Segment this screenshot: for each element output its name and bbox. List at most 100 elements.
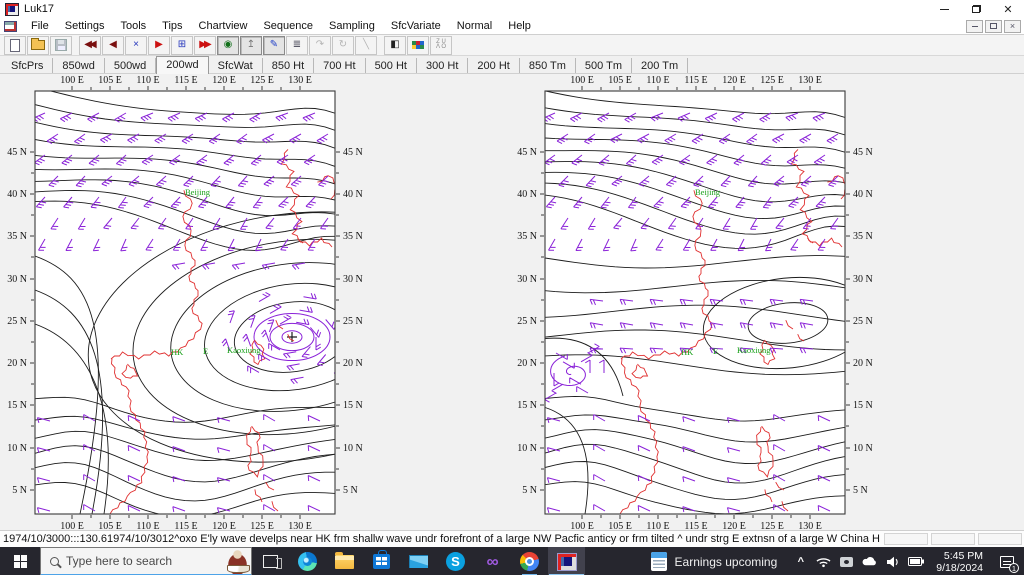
save-icon [55,39,67,51]
tab-850-tm[interactable]: 850 Tm [520,58,576,73]
lat-label: 45 N [853,147,873,158]
step-back-icon: ◀ [109,39,117,50]
restore-icon [971,5,981,13]
new-file-button[interactable] [4,35,26,55]
close-button[interactable]: ✕ [992,1,1024,18]
pixel-palette-button[interactable] [407,35,429,55]
spiral-tool-icon: ↻ [338,39,348,50]
lon-label: 120 E [722,521,746,530]
station-beijing: Beijing [185,187,211,197]
skype-icon: S [446,552,465,571]
tab-200wd[interactable]: 200wd [156,56,209,74]
minimize-button[interactable] [928,1,960,18]
search-box[interactable]: Type here to search [40,547,252,575]
save-file-button[interactable] [50,35,72,55]
curve-arrow-button[interactable]: ↷ [309,35,331,55]
menu-chartview[interactable]: Chartview [191,19,256,33]
menu-normal[interactable]: Normal [449,19,500,33]
frame-select-button[interactable]: ⊞ [171,35,193,55]
open-file-button[interactable] [27,35,49,55]
menu-sequence[interactable]: Sequence [255,19,321,33]
taskbar-edge-button[interactable] [289,547,326,575]
taskbar-luk17-button[interactable] [548,547,585,575]
lon-label: 115 E [684,75,707,86]
mdi-restore-button[interactable] [985,19,1002,33]
node-line-button[interactable]: ╲ [355,35,377,55]
taskbar-task-view-button[interactable] [252,547,289,575]
restore-button[interactable] [960,1,992,18]
tab-300-ht[interactable]: 300 Ht [417,58,469,73]
lat-label: 25 N [853,316,873,327]
notification-center-button[interactable]: 1 [990,547,1024,575]
lat-label: 15 N [343,400,363,411]
zu-sort-button[interactable]: Z U Λ O [430,35,452,55]
taskbar-clock[interactable]: 5:45 PM 9/18/2024 [929,547,990,575]
mdi-minimize-button[interactable] [966,19,983,33]
meet-now-icon[interactable] [837,547,856,575]
station-staff-button[interactable]: ↥ [240,35,262,55]
taskbar-store-button[interactable] [363,547,400,575]
panel-layout-button[interactable]: ◧ [384,35,406,55]
lat-label: 40 N [853,189,873,200]
speaker-icon[interactable] [883,547,902,575]
station-e: E [713,346,718,356]
taskbar-file-explorer-button[interactable] [326,547,363,575]
map-panel-left[interactable]: Beijing HK E Kaoxiung 100 E 100 E 105 E 105 E 11… [7,75,512,530]
mdi-close-button[interactable]: × [1004,19,1021,33]
tab-sfcprs[interactable]: SfcPrs [2,58,54,73]
task-view-icon [263,555,282,569]
lat-label: 10 N [853,443,873,454]
app-icon [5,2,19,16]
play-forward-button[interactable]: ▶ [148,35,170,55]
menu-items: File Settings Tools Tips Chartview Sequence Sa… [23,19,539,33]
menu-file[interactable]: File [23,19,57,33]
spiral-tool-button[interactable]: ↻ [332,35,354,55]
menu-sfcvariate[interactable]: SfcVariate [383,19,449,33]
cancel-cross-button[interactable]: × [125,35,147,55]
battery-icon[interactable] [906,547,925,575]
taskbar-visual-studio-button[interactable]: ∞ [474,547,511,575]
taskbar-skype-button[interactable]: S [437,547,474,575]
pen-annotate-button[interactable]: ✎ [263,35,285,55]
cancel-cross-icon: × [133,39,139,50]
fast-forward-button[interactable]: ▶▶ [194,35,216,55]
globe-button[interactable]: ◉ [217,35,239,55]
isopleth-dashes-button[interactable]: ≣ [286,35,308,55]
isopleth-dashes-icon: ≣ [292,39,302,50]
menu-tips[interactable]: Tips [154,19,190,33]
step-back-button[interactable]: ◀ [102,35,124,55]
map-panel-right[interactable]: Beijing HK E Kaoxiung 100 E 100 E 105 E 105 E 11… [517,75,877,530]
tab-850wd[interactable]: 850wd [53,58,105,73]
tab-500-ht[interactable]: 500 Ht [366,58,417,73]
tab-500-tm[interactable]: 500 Tm [576,58,633,73]
pixel-palette-icon [412,41,416,45]
station-e: E [203,346,208,356]
taskbar-chrome-button[interactable] [511,547,548,575]
tray-chevron-icon[interactable]: ^ [791,547,810,575]
news-widget[interactable]: Earnings upcoming [641,547,788,575]
wifi-icon[interactable] [814,547,833,575]
menu-settings[interactable]: Settings [57,19,113,33]
child-window-icon[interactable] [4,20,17,32]
tab-850-ht[interactable]: 850 Ht [263,58,315,73]
frame-select-icon: ⊞ [177,39,187,50]
jump-start-button[interactable]: ◀◀ [79,35,101,55]
menu-tools[interactable]: Tools [112,19,154,33]
taskbar-mail-button[interactable] [400,547,437,575]
tab-500wd[interactable]: 500wd [105,58,157,73]
menu-help[interactable]: Help [500,19,539,33]
visual-studio-icon: ∞ [486,552,499,571]
tab-sfcwat[interactable]: SfcWat [209,58,263,73]
tab-200-ht[interactable]: 200 Ht [468,58,520,73]
start-button[interactable] [0,547,40,575]
menu-sampling[interactable]: Sampling [321,19,383,33]
pen-annotate-icon: ✎ [269,39,279,50]
tab-200-tm[interactable]: 200 Tm [632,58,689,73]
onedrive-cloud-icon[interactable] [860,547,879,575]
panel-layout-icon: ◧ [390,39,400,50]
station-hk: HK [171,347,184,357]
lat-label: 30 N [517,274,537,285]
tab-700-ht[interactable]: 700 Ht [314,58,366,73]
news-icon [650,552,667,571]
windows-logo-icon [13,555,27,568]
